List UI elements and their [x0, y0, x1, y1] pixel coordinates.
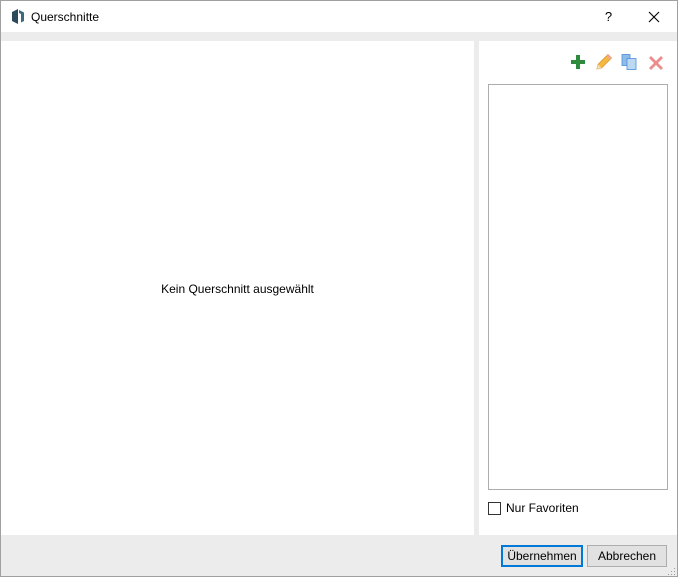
cross-section-listbox[interactable] [488, 84, 668, 490]
pencil-icon [596, 53, 613, 70]
favorites-label: Nur Favoriten [506, 501, 579, 515]
app-logo-icon [10, 8, 26, 25]
title-bar: Querschnitte ? [1, 1, 677, 32]
cancel-button[interactable]: Abbrechen [587, 545, 667, 567]
empty-state-message: Kein Querschnitt ausgewählt [161, 282, 314, 296]
add-button[interactable] [569, 53, 587, 71]
dialog-footer: Übernehmen Abbrechen [1, 535, 677, 576]
cross-section-preview: Kein Querschnitt ausgewählt [1, 41, 474, 535]
apply-button[interactable]: Übernehmen [501, 545, 583, 567]
close-button[interactable] [631, 1, 676, 32]
favorites-checkbox[interactable] [488, 501, 501, 515]
copy-button[interactable] [620, 53, 638, 71]
resize-grip-icon[interactable] [666, 565, 676, 575]
help-button[interactable]: ? [586, 1, 631, 32]
help-icon: ? [604, 9, 613, 24]
favorites-only-toggle[interactable]: Nur Favoriten [488, 500, 579, 516]
close-icon [648, 11, 659, 22]
dialog-window: Querschnitte ? Kein Querschnitt ausgewäh… [0, 0, 678, 577]
plus-icon [571, 55, 585, 69]
window-title: Querschnitte [31, 10, 100, 24]
header-strip [1, 32, 677, 41]
copy-icon [621, 54, 637, 70]
edit-button[interactable] [595, 53, 613, 71]
delete-icon [649, 56, 663, 70]
delete-button[interactable] [647, 53, 665, 71]
cross-section-list-panel: Nur Favoriten [479, 41, 677, 535]
